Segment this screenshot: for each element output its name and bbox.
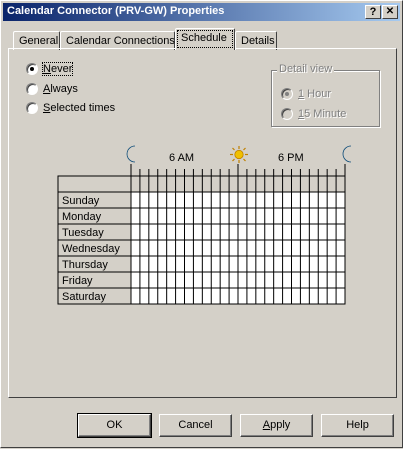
- day-label-monday[interactable]: Monday: [60, 209, 130, 225]
- day-label-sunday[interactable]: Sunday: [60, 193, 130, 209]
- one-hour-radio[interactable]: 1 Hour: [281, 88, 331, 100]
- one-hour-label: 1 Hour: [298, 88, 332, 100]
- day-label-thursday[interactable]: Thursday: [60, 257, 130, 273]
- day-label-wednesday[interactable]: Wednesday: [60, 241, 130, 257]
- one-hour-radio-circle: [281, 88, 293, 100]
- fifteen-minute-label: 15 Minute: [298, 108, 347, 120]
- day-label-friday[interactable]: Friday: [60, 273, 130, 289]
- grid-header[interactable]: [58, 176, 345, 192]
- properties-dialog: Calendar Connector (PRV-GW) Properties ?…: [0, 0, 403, 448]
- fifteen-minute-radio-circle: [281, 108, 293, 120]
- detail-view-label: Detail view: [277, 63, 335, 75]
- day-label-tuesday[interactable]: Tuesday: [60, 225, 130, 241]
- day-label-saturday[interactable]: Saturday: [60, 289, 130, 305]
- radio-dot: [285, 92, 289, 96]
- fifteen-minute-radio[interactable]: 15 Minute: [281, 108, 346, 120]
